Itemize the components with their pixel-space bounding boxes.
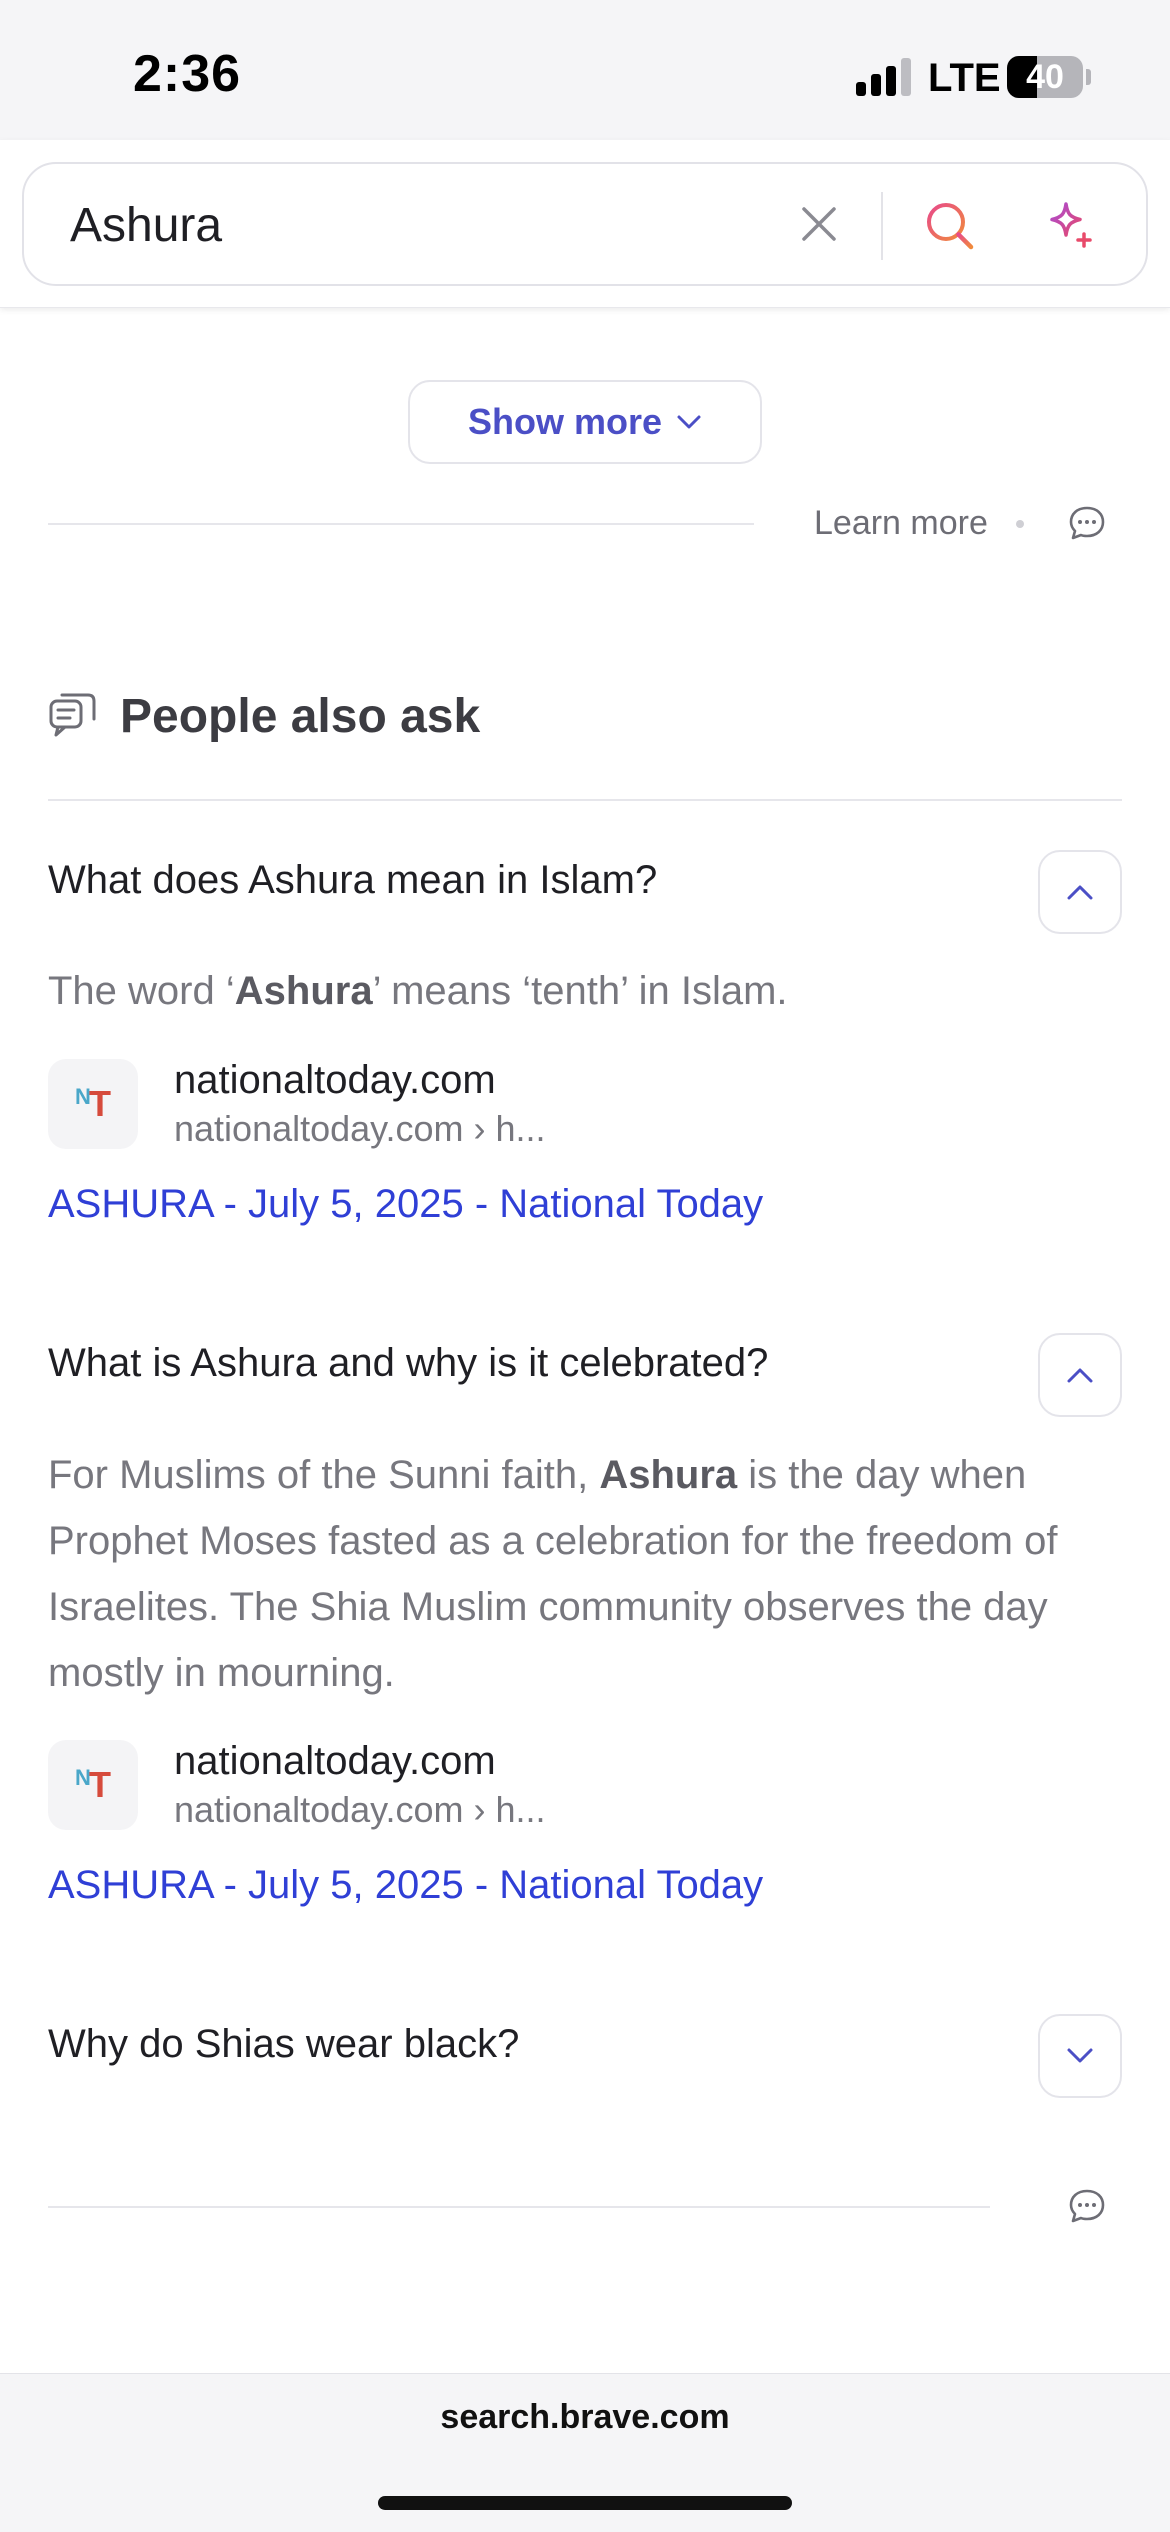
feedback-button[interactable]	[1067, 503, 1107, 543]
search-icon	[927, 203, 974, 250]
feedback-button[interactable]	[1067, 2186, 1107, 2226]
status-bar: 2:36 LTE 40	[0, 0, 1170, 140]
search-button[interactable]	[916, 192, 984, 260]
chevron-up-icon	[1067, 885, 1093, 900]
url-domain-label[interactable]: search.brave.com	[0, 2398, 1170, 2437]
answer-text: For Muslims of the Sunni faith,	[48, 1453, 600, 1497]
chevron-down-icon	[677, 415, 701, 429]
site-favicon: NT	[48, 1059, 138, 1149]
signal-icon	[856, 58, 916, 96]
clear-search-button[interactable]	[789, 194, 849, 254]
chat-bubble-icon	[1069, 2189, 1105, 2223]
close-icon	[802, 207, 836, 241]
search-box	[22, 162, 1148, 286]
show-more-button[interactable]: Show more	[408, 380, 762, 464]
learn-more-link[interactable]: Learn more	[814, 504, 988, 543]
site-name: nationaltoday.com	[174, 1739, 496, 1783]
paa-question[interactable]: What is Ashura and why is it celebrated?	[48, 1341, 768, 1386]
expand-question-button[interactable]	[1038, 2014, 1122, 2098]
result-link[interactable]: ASHURA - July 5, 2025 - National Today	[48, 1182, 763, 1227]
questions-icon	[49, 693, 96, 737]
sparkle-icon	[1050, 202, 1092, 248]
result-link[interactable]: ASHURA - July 5, 2025 - National Today	[48, 1863, 763, 1908]
battery-tip	[1086, 69, 1091, 85]
show-more-label: Show more	[467, 401, 663, 442]
site-url: nationaltoday.com › h...	[174, 1108, 546, 1149]
paa-question[interactable]: What does Ashura mean in Islam?	[48, 858, 657, 903]
search-input[interactable]	[70, 190, 770, 260]
site-url: nationaltoday.com › h...	[174, 1789, 546, 1830]
chevron-up-icon	[1067, 1368, 1093, 1383]
answer-highlight: Ashura	[234, 969, 373, 1013]
browser-bottom-bar: search.brave.com	[0, 2373, 1170, 2532]
home-indicator[interactable]	[378, 2496, 792, 2510]
chat-bubble-icon	[1069, 506, 1105, 540]
paa-answer: The word ‘Ashura’ means ‘tenth’ in Islam…	[48, 958, 1128, 1024]
answer-text: ’ means ‘tenth’ in Islam.	[372, 969, 788, 1013]
network-label: LTE	[928, 56, 1001, 100]
battery-percent: 40	[1026, 58, 1064, 96]
answer-text: The word ‘	[48, 969, 235, 1013]
people-also-ask-header: People also ask	[48, 684, 480, 748]
ai-answer-button[interactable]	[1036, 192, 1104, 260]
site-name: nationaltoday.com	[174, 1058, 496, 1102]
search-header	[0, 140, 1170, 308]
search-divider	[881, 192, 883, 260]
divider	[48, 523, 754, 525]
status-time: 2:36	[133, 45, 242, 103]
paa-answer: For Muslims of the Sunni faith, Ashura i…	[48, 1442, 1128, 1706]
site-favicon: NT	[48, 1740, 138, 1830]
collapse-question-button[interactable]	[1038, 850, 1122, 934]
divider	[48, 2206, 990, 2208]
paa-question[interactable]: Why do Shias wear black?	[48, 2022, 519, 2067]
people-also-ask-title: People also ask	[120, 689, 481, 743]
divider	[48, 799, 1122, 801]
dot-separator	[1016, 520, 1024, 528]
battery-icon: 40	[1007, 56, 1083, 98]
answer-highlight: Ashura	[599, 1453, 738, 1497]
chevron-down-icon	[1067, 2048, 1093, 2063]
collapse-question-button[interactable]	[1038, 1333, 1122, 1417]
